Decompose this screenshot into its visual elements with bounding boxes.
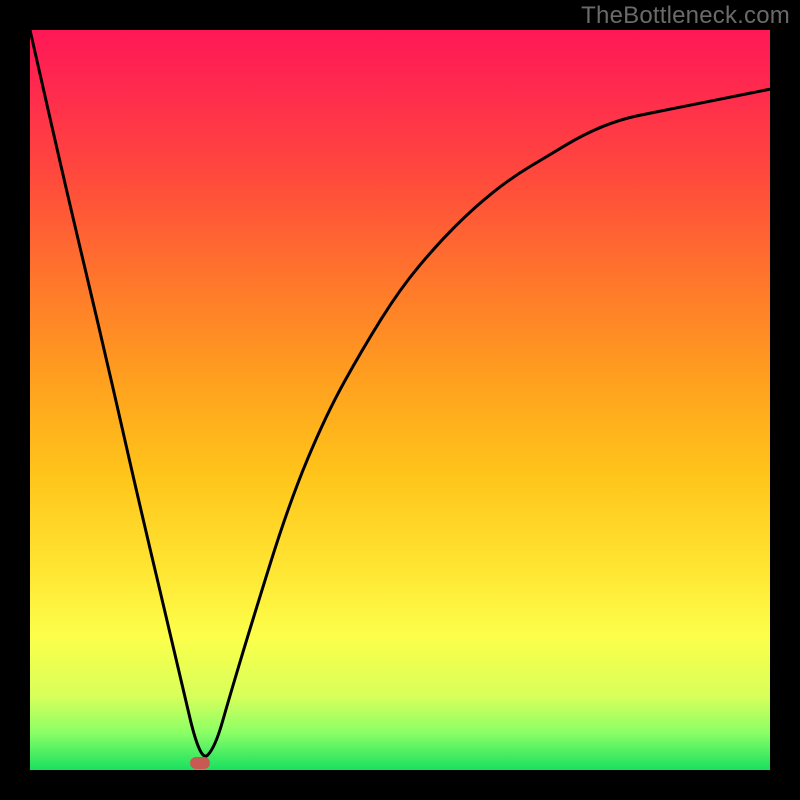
chart-frame: TheBottleneck.com bbox=[0, 0, 800, 800]
plot-area bbox=[30, 30, 770, 770]
optimal-point-marker bbox=[190, 757, 210, 769]
bottleneck-curve bbox=[30, 30, 770, 770]
watermark-text: TheBottleneck.com bbox=[581, 2, 790, 30]
